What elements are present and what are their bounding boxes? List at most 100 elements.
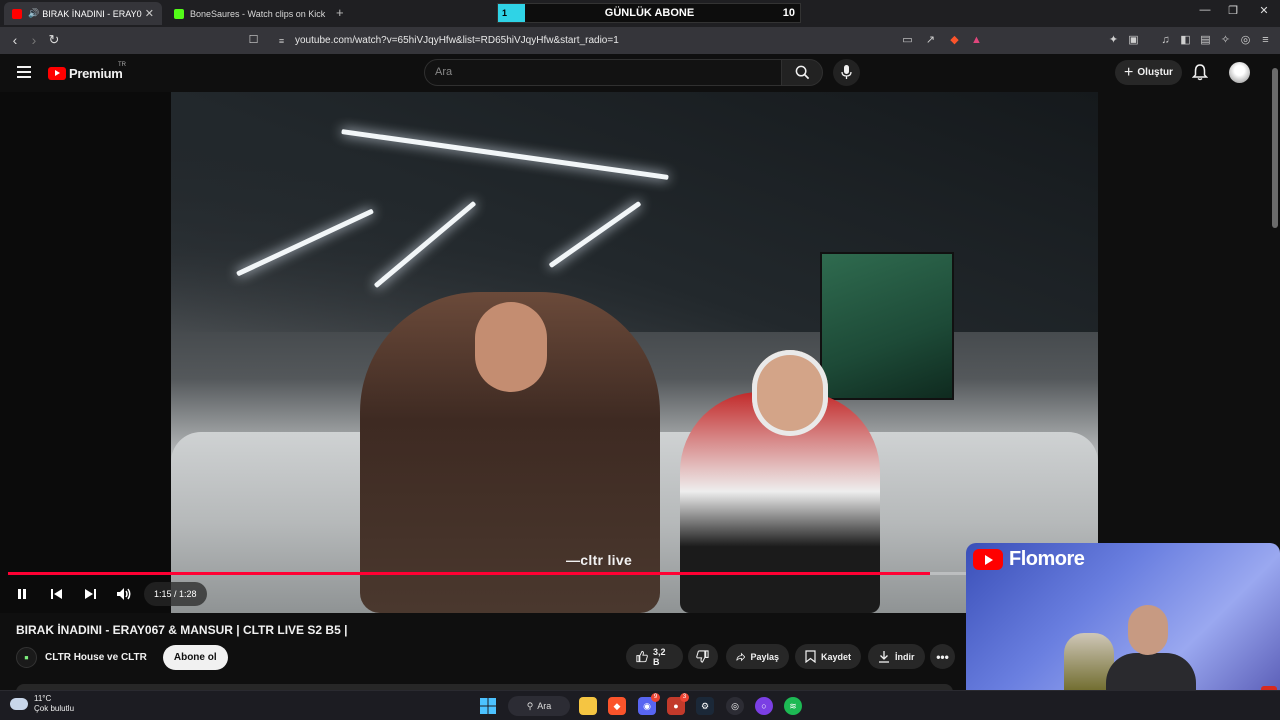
create-button[interactable]: + Oluştur	[1115, 60, 1182, 85]
daily-subscriber-counter: 1 GÜNLÜK ABONE 10	[497, 3, 801, 23]
app-badge: 3	[680, 693, 689, 702]
cloudy-weather-icon	[10, 698, 28, 710]
save-label: Kaydet	[820, 651, 851, 662]
progress-fill	[8, 572, 930, 575]
next-button[interactable]	[76, 582, 104, 606]
tab-title: BIRAK İNADINI - ERAY067 & M	[42, 8, 142, 19]
scrollbar-thumb[interactable]	[1272, 68, 1278, 228]
tab-youtube[interactable]: 🔊 BIRAK İNADINI - ERAY067 & M ✕	[4, 2, 162, 25]
subscribe-button[interactable]: Abone ol	[162, 645, 228, 670]
brave-shield-icon[interactable]: ◆	[948, 34, 961, 47]
search-icon	[795, 65, 810, 80]
create-label: Oluştur	[1137, 67, 1173, 78]
restore-icon[interactable]: ❐	[1222, 4, 1244, 17]
discord-badge: 9	[651, 693, 660, 702]
reload-icon[interactable]: ↻	[45, 32, 63, 48]
reading-list-icon[interactable]: ▤	[1199, 34, 1212, 47]
download-button[interactable]: İndir	[868, 644, 925, 669]
counter-label: GÜNLÜK ABONE	[525, 4, 774, 22]
forward-icon[interactable]: ›	[25, 32, 43, 48]
spotify-icon[interactable]: ≋	[784, 697, 802, 715]
person-right-head	[752, 350, 828, 436]
search-input[interactable]: Ara	[424, 59, 782, 86]
pause-button[interactable]	[8, 582, 36, 606]
sidebar-icon[interactable]: ◧	[1179, 34, 1192, 47]
player-controls: 1:15 / 1:28	[8, 581, 207, 607]
like-count: 3,2 B	[653, 646, 666, 667]
share-label: Paylaş	[750, 651, 779, 662]
download-label: İndir	[895, 651, 915, 662]
cast-icon[interactable]: ▭	[901, 34, 914, 47]
weather-widget[interactable]: 11°C Çok bulutlu	[10, 694, 74, 714]
streamer-webcam: Flomore	[966, 543, 1280, 693]
youtube-favicon-icon	[12, 8, 22, 19]
bookmark-icon[interactable]: ☐	[247, 34, 260, 47]
vpn-icon[interactable]: ◎	[1239, 34, 1252, 47]
next-icon	[84, 589, 96, 599]
brave-browser-icon[interactable]: ◆	[608, 697, 626, 715]
browser-tab-bar: 🔊 BIRAK İNADINI - ERAY067 & M ✕ BoneSaur…	[0, 0, 1280, 27]
share-page-icon[interactable]: ↗	[924, 34, 937, 47]
discord-icon[interactable]: ◉ 9	[638, 693, 660, 715]
video-ceiling	[171, 92, 1098, 332]
media-icon[interactable]: ♫	[1159, 34, 1172, 47]
dislike-button[interactable]	[688, 644, 718, 669]
file-explorer-icon[interactable]	[579, 697, 597, 715]
site-settings-icon[interactable]: ≡	[275, 35, 288, 48]
thumbs-down-icon	[696, 650, 709, 663]
kick-favicon-icon	[174, 8, 184, 19]
streamer-name: Flomore	[1009, 548, 1085, 570]
previous-button[interactable]	[42, 582, 70, 606]
plus-icon: +	[1124, 63, 1134, 81]
app-icon[interactable]: ● 3	[667, 693, 689, 715]
search-button[interactable]	[781, 59, 823, 86]
new-tab-button[interactable]: +	[336, 5, 344, 20]
minimize-icon[interactable]: —	[1194, 4, 1216, 16]
progress-bar[interactable]	[8, 572, 1090, 575]
share-icon	[736, 652, 746, 661]
weather-condition: Çok bulutlu	[34, 704, 75, 713]
logo-text: Premium	[69, 66, 123, 81]
back-icon[interactable]: ‹	[6, 32, 24, 48]
video-player[interactable]: —cltr live 1:15 / 1:28	[0, 92, 1098, 613]
windows-start-icon[interactable]	[479, 697, 497, 715]
previous-icon	[50, 589, 62, 599]
notifications-bell-icon[interactable]	[1192, 64, 1208, 81]
pause-icon	[18, 589, 26, 599]
obs-icon[interactable]: ◎	[726, 697, 744, 715]
tab-kick[interactable]: BoneSaures - Watch clips on Kick	[166, 2, 332, 25]
counter-left-value: 1	[498, 4, 525, 22]
twitch-tool-icon[interactable]: ○	[755, 697, 773, 715]
channel-name[interactable]: CLTR House ve CLTR	[45, 652, 147, 663]
counter-right-value: 10	[774, 4, 800, 22]
audio-playing-icon: 🔊	[28, 8, 40, 18]
save-button[interactable]: Kaydet	[795, 644, 861, 669]
like-button[interactable]: 3,2 B	[626, 644, 683, 669]
person-left-head	[475, 302, 547, 392]
thumbs-up-icon	[636, 650, 648, 663]
windows-logo-icon	[480, 698, 496, 714]
guide-menu-icon[interactable]	[17, 66, 31, 78]
channel-avatar[interactable]: ◼	[16, 647, 37, 668]
address-bar: ‹ › ↻ ☐ ≡ youtube.com/watch?v=65hiVJqyHf…	[0, 27, 1280, 54]
wallet-icon[interactable]: ▣	[1127, 34, 1140, 47]
tab-title: BoneSaures - Watch clips on Kick	[190, 8, 326, 19]
youtube-premium-logo[interactable]: Premium TR	[48, 62, 126, 81]
region-code: TR	[118, 62, 126, 68]
voice-search-button[interactable]	[833, 59, 860, 86]
more-actions-icon[interactable]: •••	[930, 644, 955, 669]
time-display: 1:15 / 1:28	[144, 582, 207, 606]
tab-close-icon[interactable]: ✕	[145, 7, 154, 20]
extensions-icon[interactable]: ✦	[1107, 34, 1120, 47]
leo-ai-icon[interactable]: ✧	[1219, 34, 1232, 47]
taskbar-search[interactable]: ⚲ Ara	[508, 696, 570, 716]
close-window-icon[interactable]: ✕	[1253, 4, 1275, 17]
volume-button[interactable]	[110, 582, 138, 606]
share-button[interactable]: Paylaş	[726, 644, 789, 669]
menu-icon[interactable]: ≡	[1259, 34, 1272, 47]
account-avatar[interactable]	[1229, 62, 1250, 83]
channel-badge: Flomore	[973, 548, 1085, 571]
steam-icon[interactable]: ⚙	[696, 697, 714, 715]
download-icon	[879, 651, 889, 663]
brave-rewards-icon[interactable]: ▲	[970, 34, 983, 47]
